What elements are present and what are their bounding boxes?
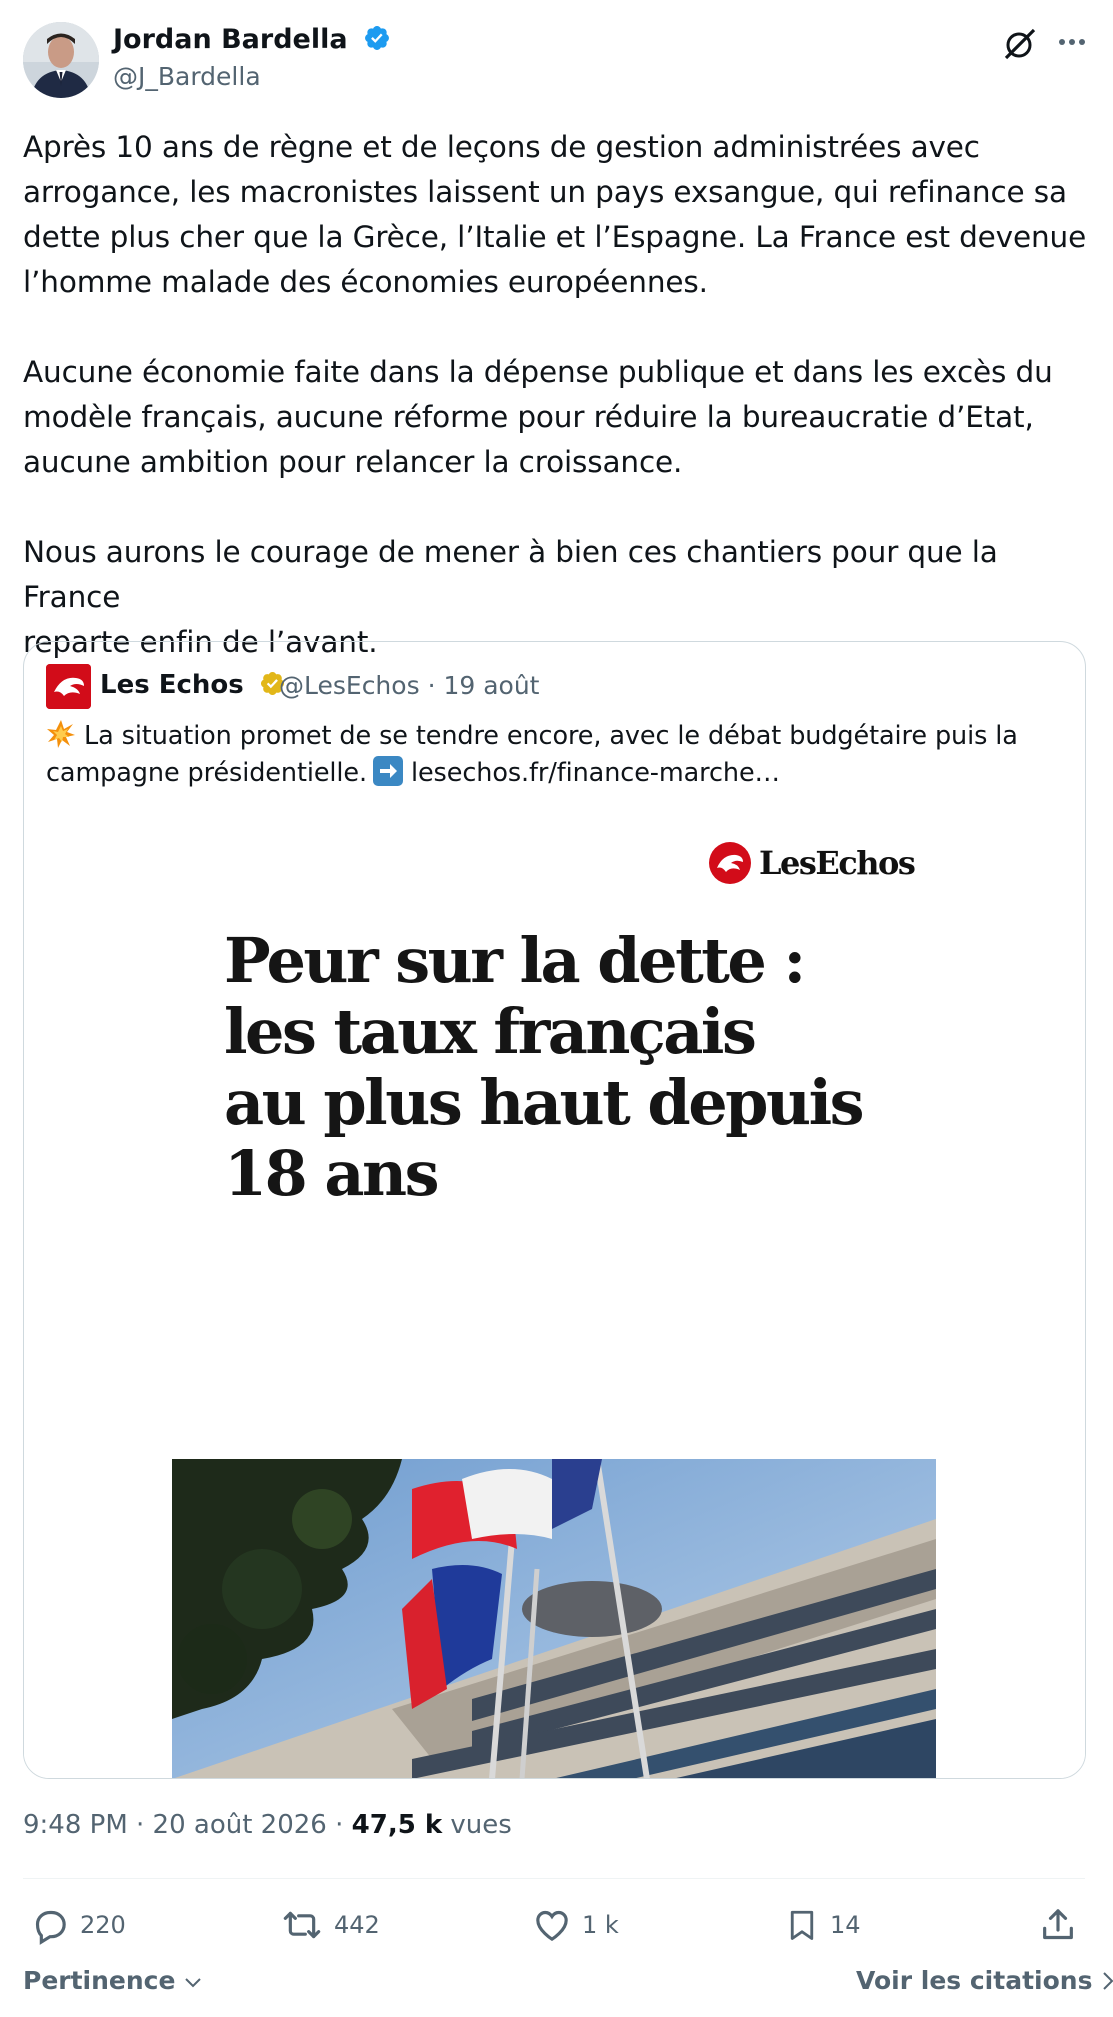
quoted-post-meta: @LesEchos · 19 août	[279, 671, 539, 700]
collision-emoji-icon	[47, 720, 75, 748]
post-text: Après 10 ans de règne et de leçons de ge…	[23, 130, 1087, 659]
repost-icon	[283, 1911, 321, 1939]
quoted-text-line1: La situation promet de se tendre encore,…	[84, 721, 1018, 751]
author-handle[interactable]: @J_Bardella	[113, 62, 261, 91]
article-photo	[172, 1459, 936, 1778]
bookmark-count: 14	[830, 1911, 861, 1939]
reply-button[interactable]: 220	[30, 1903, 126, 1947]
views-label: vues	[442, 1810, 512, 1840]
more-options-icon[interactable]	[1054, 28, 1090, 58]
view-quotes-label: Voir les citations	[856, 1966, 1093, 1995]
reply-icon	[35, 1910, 66, 1945]
repost-button[interactable]: 442	[280, 1903, 380, 1947]
author-avatar[interactable]	[23, 22, 99, 98]
article-brand-logo: LesEchos	[709, 842, 916, 886]
quoted-author-name-text: Les Echos	[100, 670, 244, 700]
like-button[interactable]: 1 k	[532, 1903, 619, 1947]
post-timestamp: 9:48 PM · 20 août 2026 · 47,5 k vues	[23, 1810, 512, 1840]
les-echos-avatar[interactable]	[46, 664, 91, 709]
author-name[interactable]: Jordan Bardella	[113, 24, 391, 55]
article-brand-text: LesEchos	[759, 844, 916, 882]
author-name-text: Jordan Bardella	[113, 24, 348, 55]
divider	[23, 1878, 1085, 1879]
chevron-right-icon	[1103, 1972, 1113, 1990]
article-image[interactable]: LesEchos Peur sur la dette : les taux fr…	[24, 807, 1085, 1778]
share-icon	[1043, 1909, 1073, 1940]
heart-icon	[536, 1910, 568, 1942]
quoted-author-handle[interactable]: @LesEchos	[279, 671, 420, 700]
article-headline: Peur sur la dette : les taux français au…	[224, 924, 865, 1210]
bookmark-icon	[790, 1910, 814, 1940]
grok-icon[interactable]	[1002, 26, 1038, 62]
post-time[interactable]: 9:48 PM · 20 août 2026 ·	[23, 1810, 352, 1840]
like-count: 1 k	[582, 1911, 619, 1939]
bookmark-button[interactable]: 14	[784, 1903, 861, 1947]
quoted-text-line2: campagne présidentielle.	[46, 758, 367, 788]
quoted-post-card[interactable]: Les Echos @LesEchos · 19 août La situati…	[23, 641, 1086, 1779]
quoted-post-date[interactable]: · 19 août	[428, 671, 540, 700]
sort-dropdown[interactable]: Pertinence	[23, 1966, 202, 1995]
les-echos-logo-icon	[709, 842, 751, 884]
sort-label: Pertinence	[23, 1966, 176, 1995]
quoted-author-name[interactable]: Les Echos	[100, 670, 286, 700]
reply-count: 220	[80, 1911, 126, 1939]
repost-count: 442	[334, 1911, 380, 1939]
right-arrow-emoji-icon	[372, 756, 403, 786]
views-count: 47,5 k	[351, 1810, 443, 1840]
view-quotes-link[interactable]: Voir les citations	[856, 1966, 1113, 1995]
chevron-down-icon	[185, 1978, 201, 1988]
quoted-post-text: La situation promet de se tendre encore,…	[46, 718, 1066, 792]
share-button[interactable]	[1038, 1903, 1088, 1947]
quoted-link[interactable]: lesechos.fr/finance-marche…	[411, 758, 780, 788]
verified-badge-icon	[365, 26, 389, 50]
